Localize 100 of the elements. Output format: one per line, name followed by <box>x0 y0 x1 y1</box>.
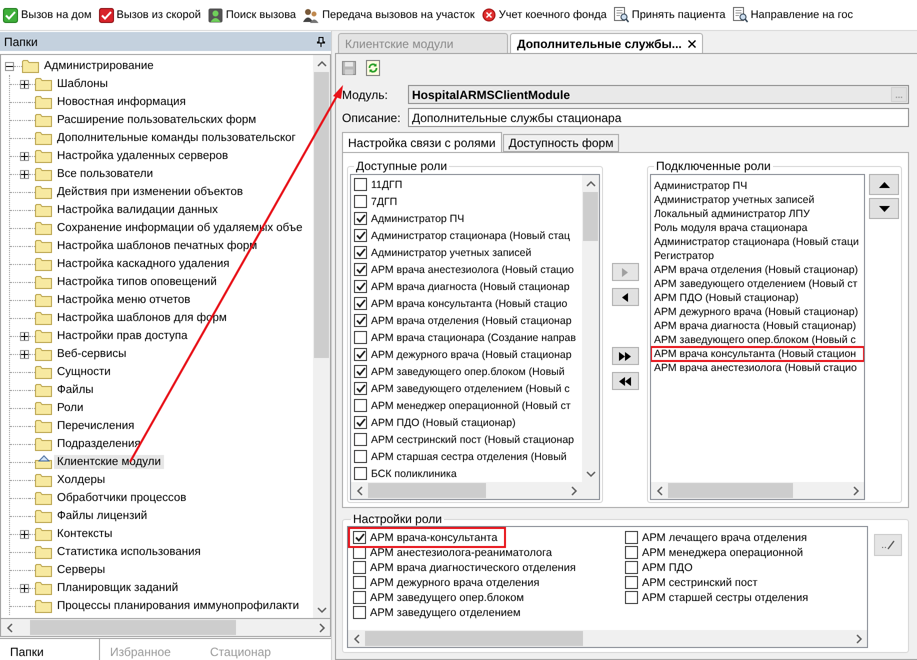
list-item[interactable]: АРМ врача отделения (Новый стационар) <box>651 263 864 277</box>
tree-item[interactable]: Все пользователи <box>54 167 156 181</box>
close-icon[interactable] <box>688 40 696 48</box>
list-item[interactable]: Локальный администратор ЛПУ <box>651 207 864 221</box>
checkbox[interactable] <box>353 561 366 574</box>
vertical-scrollbar[interactable] <box>313 55 330 618</box>
checkbox[interactable] <box>354 178 367 191</box>
horizontal-scrollbar[interactable] <box>651 482 864 499</box>
checkbox[interactable] <box>353 576 366 589</box>
order-button[interactable] <box>869 198 899 219</box>
tree-item[interactable]: Действия при изменении объектов <box>54 185 246 199</box>
list-item[interactable]: Роль модуля врача стационара <box>651 221 864 235</box>
horizontal-scrollbar[interactable] <box>1 619 330 636</box>
tree-item[interactable]: Веб-сервисы <box>54 347 130 361</box>
tree-item[interactable]: Настройка валидации данных <box>54 203 221 217</box>
list-item[interactable]: АРМ врача консультанта (Новый стацион <box>651 347 864 361</box>
checkbox[interactable] <box>353 591 366 604</box>
scrollbar-thumb[interactable] <box>668 483 794 498</box>
checkbox[interactable] <box>354 280 367 293</box>
checkbox[interactable] <box>354 365 367 378</box>
pin-icon[interactable] <box>317 36 325 46</box>
expand-button[interactable] <box>20 170 29 178</box>
toolbar-button[interactable]: Учет коечного фонда <box>480 8 609 22</box>
list-item[interactable]: АРМ врача анестезиолога (Новый стацио <box>651 361 864 375</box>
expand-button[interactable] <box>20 584 29 592</box>
tree-item[interactable]: Настройка удаленных серверов <box>54 149 232 163</box>
tree-item[interactable]: Настройка меню отчетов <box>54 293 194 307</box>
checkbox[interactable] <box>353 606 366 619</box>
tree-item[interactable]: Дополнительные команды пользовательског <box>54 131 299 145</box>
tree-item[interactable]: Настройки прав доступа <box>54 329 191 343</box>
tree-item[interactable]: Клиентские модули <box>54 455 164 469</box>
expand-button[interactable] <box>20 350 29 358</box>
toolbar-button[interactable]: Принять пациента <box>612 7 728 23</box>
tree-item[interactable]: Новостная информация <box>54 95 189 109</box>
list-item[interactable]: АРМ дежурного врача (Новый стационар) <box>651 305 864 319</box>
tree-item[interactable]: Статистика использования <box>54 545 204 559</box>
tree-item[interactable]: Шаблоны <box>54 77 111 91</box>
vertical-scrollbar[interactable] <box>582 175 599 482</box>
checkbox[interactable] <box>354 212 367 225</box>
toolbar-button[interactable]: Направление на гос <box>730 7 855 23</box>
checkbox[interactable] <box>354 331 367 344</box>
checkbox[interactable] <box>354 433 367 446</box>
checkbox[interactable] <box>354 467 367 480</box>
checkbox[interactable] <box>625 591 638 604</box>
description-field[interactable]: Дополнительные службы стационара <box>408 108 909 127</box>
list-item[interactable]: Администратор ПЧ <box>651 179 864 193</box>
tree-item[interactable]: Администрирование <box>41 59 157 73</box>
tree-item[interactable]: Расширение пользовательских форм <box>54 113 260 127</box>
tab[interactable]: Настройка связи с ролями <box>342 132 502 152</box>
tree-item[interactable]: Роли <box>54 401 86 415</box>
tree-item[interactable]: Настройка каскадного удаления <box>54 257 232 271</box>
list-item[interactable]: Регистратор <box>651 249 864 263</box>
module-field[interactable]: HospitalARMSClientModule ... <box>408 85 909 104</box>
tab[interactable]: Дополнительные службы... <box>510 33 703 53</box>
checkbox[interactable] <box>354 246 367 259</box>
list-item[interactable]: АРМ ПДО (Новый стационар) <box>651 291 864 305</box>
checkbox[interactable] <box>354 314 367 327</box>
scrollbar-thumb[interactable] <box>583 192 598 242</box>
collapse-button[interactable] <box>5 62 14 70</box>
toolbar-button[interactable]: Вызов из скорой <box>96 8 203 22</box>
list-item[interactable]: Администратор стационара (Новый стаци <box>651 235 864 249</box>
expand-button[interactable] <box>20 332 29 340</box>
tree-item[interactable]: Контексты <box>54 527 116 541</box>
list-item[interactable]: АРМ заведующего опер.блоком (Новый с <box>651 333 864 347</box>
toolbar-button[interactable]: Вызов на дом <box>1 8 94 22</box>
checkbox[interactable] <box>354 263 367 276</box>
checkbox[interactable] <box>625 546 638 559</box>
tree-item[interactable]: Серверы <box>54 563 108 577</box>
scrollbar-thumb[interactable] <box>365 631 584 646</box>
scrollbar-thumb[interactable] <box>314 72 329 358</box>
checkbox[interactable] <box>625 561 638 574</box>
list-item[interactable]: Администратор учетных записей <box>651 193 864 207</box>
toolbar-button[interactable]: Передача вызовов на участок <box>301 8 477 22</box>
checkbox[interactable] <box>354 382 367 395</box>
checkbox[interactable] <box>353 531 366 544</box>
expand-button[interactable] <box>20 530 29 538</box>
tree-item[interactable]: Сущности <box>54 365 114 379</box>
list-item[interactable]: АРМ заведующего отделением (Новый ст <box>651 277 864 291</box>
tree-item[interactable]: Файлы <box>54 383 97 397</box>
tree-item[interactable]: Обработчики процессов <box>54 491 190 505</box>
save-icon[interactable] <box>342 60 356 74</box>
edit-button[interactable]: .. <box>874 534 902 556</box>
move-button[interactable] <box>612 288 638 306</box>
checkbox[interactable] <box>354 195 367 208</box>
checkbox[interactable] <box>354 450 367 463</box>
checkbox[interactable] <box>354 399 367 412</box>
tab[interactable]: Доступность форм <box>502 134 620 152</box>
tree-item[interactable]: Холдеры <box>54 473 108 487</box>
tree-item[interactable]: Настройка типов оповещений <box>54 275 220 289</box>
tree-item[interactable]: Подразделения <box>54 437 144 451</box>
toolbar-button[interactable]: Поиск вызова <box>206 8 298 22</box>
move-button[interactable] <box>612 372 638 390</box>
refresh-icon[interactable] <box>366 60 380 76</box>
checkbox[interactable] <box>625 576 638 589</box>
expand-button[interactable] <box>20 152 29 160</box>
checkbox[interactable] <box>625 531 638 544</box>
scrollbar-thumb[interactable] <box>368 483 486 498</box>
horizontal-scrollbar[interactable] <box>348 630 867 647</box>
tree-item[interactable]: Планировщик заданий <box>54 581 182 595</box>
expand-button[interactable] <box>20 80 29 88</box>
